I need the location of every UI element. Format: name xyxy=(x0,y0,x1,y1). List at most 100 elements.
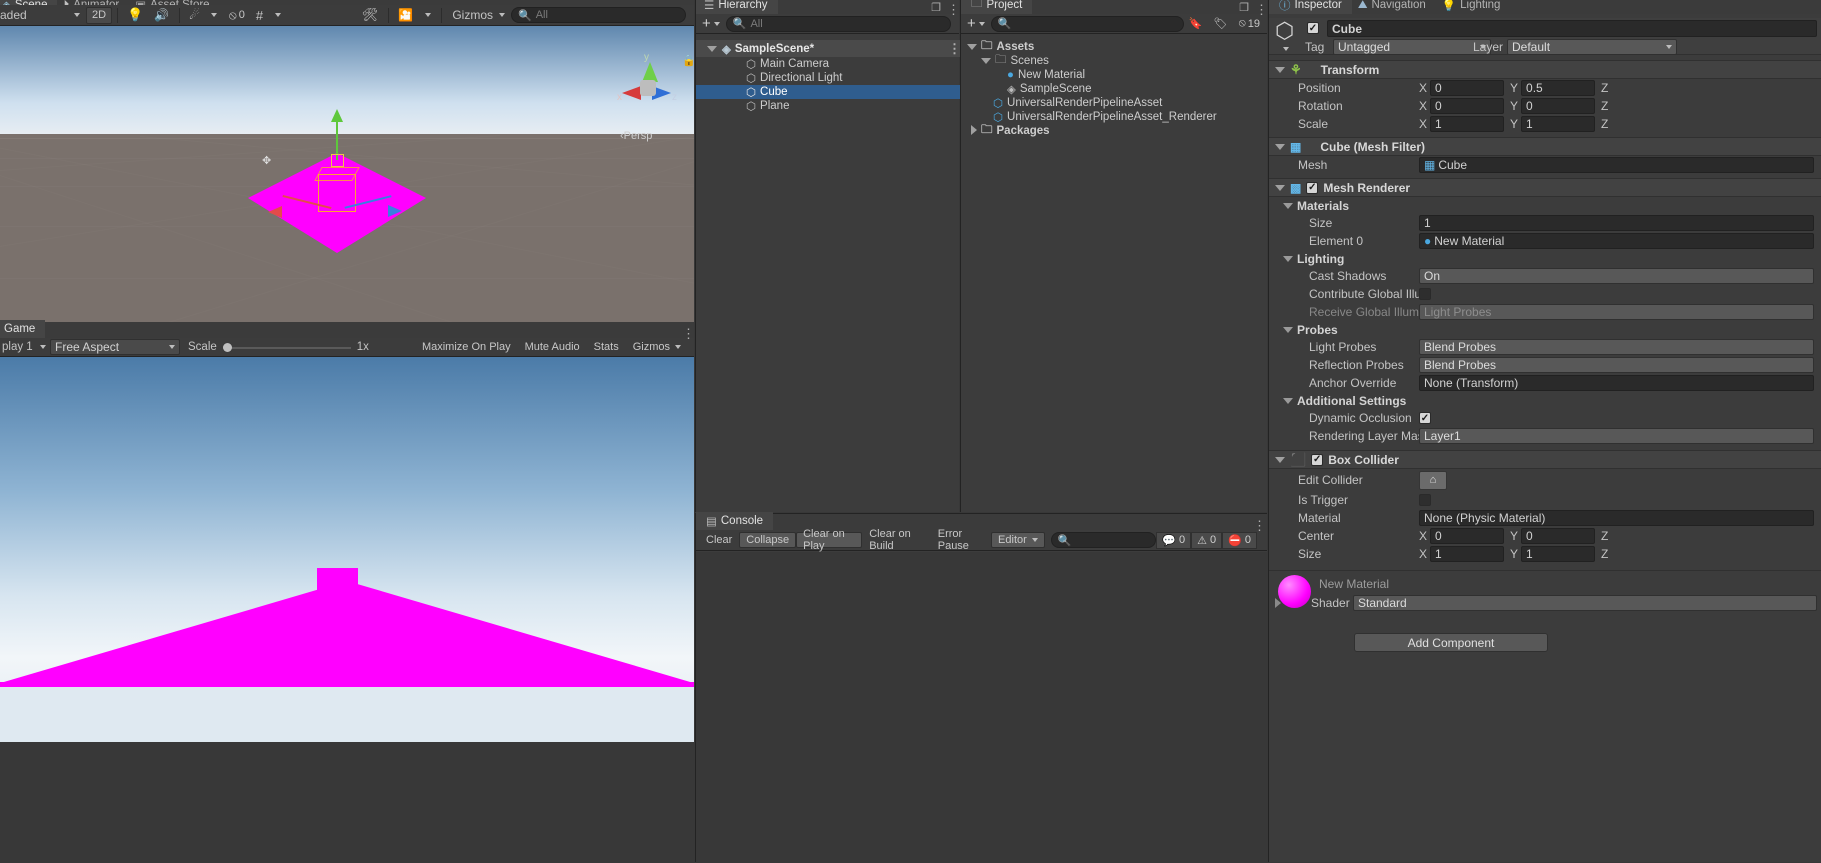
move-gizmo-x-arrow[interactable] xyxy=(268,206,282,218)
collider-center-x-field[interactable]: 0 xyxy=(1430,528,1505,544)
scene-hidden-objects-toggle[interactable]: ⦸ 0 xyxy=(224,7,250,24)
is-trigger-checkbox[interactable] xyxy=(1419,494,1431,506)
maximize-on-play-button[interactable]: Maximize On Play xyxy=(415,339,518,355)
collider-size-x-field[interactable]: 1 xyxy=(1430,546,1505,562)
hierarchy-row-main-camera[interactable]: ⬡ Main Camera xyxy=(696,57,960,71)
box-collider-enabled-checkbox[interactable]: ✓ xyxy=(1311,453,1324,466)
scene-projection-label[interactable]: ‹Persp xyxy=(620,130,652,142)
lighting-section-title[interactable]: Lighting xyxy=(1269,250,1821,267)
project-row-packages[interactable]: 🗀 Packages xyxy=(961,124,1268,138)
mesh-renderer-component-header[interactable]: ▩ ✓ Mesh Renderer xyxy=(1269,178,1821,197)
foldout-icon[interactable] xyxy=(981,58,991,64)
foldout-icon[interactable] xyxy=(1283,255,1293,262)
console-error-count[interactable]: ⛔ 0 xyxy=(1222,531,1257,549)
scene-grid-dropdown[interactable] xyxy=(269,7,286,24)
project-menu-icon[interactable]: ⋮ xyxy=(1255,3,1268,16)
layer-dropdown[interactable]: Default xyxy=(1507,39,1677,55)
aspect-dropdown[interactable]: Free Aspect xyxy=(50,339,180,355)
move-gizmo-center[interactable] xyxy=(331,154,344,167)
additional-settings-section-title[interactable]: Additional Settings xyxy=(1269,392,1821,409)
clear-on-play-button[interactable]: Clear on Play xyxy=(796,528,863,552)
hierarchy-maximize-icon[interactable]: ❐ xyxy=(931,1,941,14)
tab-game[interactable]: Game xyxy=(0,320,46,338)
scene-audio-icon[interactable]: 🔊 xyxy=(149,7,174,24)
add-component-button[interactable]: Add Component xyxy=(1354,633,1548,652)
scene-search-input[interactable]: 🔍 All xyxy=(511,7,686,23)
collider-size-y-field[interactable]: 1 xyxy=(1521,546,1596,562)
mesh-renderer-enabled-checkbox[interactable]: ✓ xyxy=(1306,181,1319,194)
hierarchy-row-cube[interactable]: ⬡ Cube xyxy=(696,85,960,99)
clear-on-build-button[interactable]: Clear on Build xyxy=(862,528,931,552)
hierarchy-menu-icon[interactable]: ⋮ xyxy=(947,3,960,16)
scale-slider-thumb[interactable] xyxy=(222,343,232,352)
gameobject-icon[interactable]: ⬡ xyxy=(1275,20,1294,42)
materials-size-field[interactable]: 1 xyxy=(1419,215,1814,231)
scene-fx-dropdown[interactable] xyxy=(206,7,223,24)
foldout-icon[interactable] xyxy=(1283,202,1293,209)
scene-camera-dropdown[interactable] xyxy=(419,7,436,24)
contribute-gi-checkbox[interactable] xyxy=(1419,288,1431,300)
materials-element0-field[interactable]: ● New Material xyxy=(1419,233,1814,249)
scene-camera-icon[interactable]: 🎦 xyxy=(393,7,418,24)
rotation-y-field[interactable]: 0 xyxy=(1521,98,1596,114)
foldout-icon[interactable] xyxy=(1275,598,1281,608)
project-maximize-icon[interactable]: ❐ xyxy=(1239,1,1249,14)
console-search-input[interactable]: 🔍 xyxy=(1050,532,1157,548)
chevron-down-icon[interactable] xyxy=(1283,47,1289,51)
foldout-icon[interactable] xyxy=(1283,326,1293,333)
editor-dropdown[interactable]: Editor xyxy=(991,532,1045,548)
console-log-count[interactable]: 💬 0 xyxy=(1156,531,1192,549)
project-search-input[interactable]: 🔍 xyxy=(990,15,1184,32)
display-dropdown[interactable]: play 1 xyxy=(0,341,50,353)
tab-navigation[interactable]: ⛰ Navigation xyxy=(1351,0,1436,14)
collapse-button[interactable]: Collapse xyxy=(739,532,797,548)
error-pause-button[interactable]: Error Pause xyxy=(931,528,991,552)
hierarchy-search-input[interactable]: 🔍 All xyxy=(725,15,951,32)
project-label-filter-icon[interactable]: 🏷 xyxy=(1209,15,1233,32)
hierarchy-row-directional-light[interactable]: ⬡ Directional Light xyxy=(696,71,960,85)
mute-audio-button[interactable]: Mute Audio xyxy=(518,339,587,355)
dynamic-occlusion-checkbox[interactable]: ✓ xyxy=(1419,412,1431,424)
tab-project[interactable]: 🗀 Project xyxy=(961,0,1033,14)
anchor-override-field[interactable]: None (Transform) xyxy=(1419,375,1814,391)
shading-mode-dropdown[interactable]: aded xyxy=(0,8,86,22)
probes-section-title[interactable]: Probes xyxy=(1269,321,1821,338)
project-row-samplescene[interactable]: ◈ SampleScene xyxy=(961,82,1268,96)
project-row-urp-renderer[interactable]: ⬡ UniversalRenderPipelineAsset_Renderer xyxy=(961,110,1268,124)
scene-row-menu-icon[interactable]: ⋮ xyxy=(948,42,961,55)
mesh-filter-component-header[interactable]: ▦ Cube (Mesh Filter) xyxy=(1269,137,1821,156)
game-viewport[interactable] xyxy=(0,357,694,742)
scene-tools-icon[interactable]: 🛠 xyxy=(357,7,384,24)
foldout-icon[interactable] xyxy=(971,124,977,135)
scene-axis-gizmo[interactable]: y x z xyxy=(616,52,682,114)
tab-inspector[interactable]: ⓘ Inspector xyxy=(1269,0,1352,14)
gizmos-dropdown[interactable]: Gizmos xyxy=(446,8,511,22)
materials-section-title[interactable]: Materials xyxy=(1269,197,1821,214)
scale-x-field[interactable]: 1 xyxy=(1430,116,1505,132)
move-gizmo-y-arrow[interactable] xyxy=(331,109,343,122)
scene-lighting-icon[interactable]: 💡 xyxy=(122,7,148,24)
tag-dropdown[interactable]: Untagged xyxy=(1333,39,1491,55)
game-view-menu-icon[interactable]: ⋮ xyxy=(682,327,695,340)
material-preview-swatch[interactable] xyxy=(1278,575,1311,608)
edit-collider-button[interactable]: ⌂ xyxy=(1419,470,1447,490)
console-warning-count[interactable]: ⚠ 0 xyxy=(1191,531,1223,549)
scene-viewport[interactable]: y x z 🔒 ‹Persp ✥ xyxy=(0,26,694,322)
hierarchy-add-button[interactable]: + xyxy=(696,15,726,32)
console-log-list[interactable] xyxy=(696,552,1268,863)
move-gizmo-z-arrow[interactable] xyxy=(388,205,402,217)
foldout-icon[interactable] xyxy=(1283,397,1293,404)
foldout-icon[interactable] xyxy=(1275,66,1285,73)
hierarchy-row-scene[interactable]: ◈ SampleScene* ⋮ xyxy=(696,40,961,57)
position-x-field[interactable]: 0 xyxy=(1430,80,1505,96)
toggle-2d-button[interactable]: 2D xyxy=(86,6,112,24)
project-hidden-packages-toggle[interactable]: ⦸ 19 xyxy=(1234,15,1266,32)
tab-console[interactable]: ▤ Console xyxy=(696,512,774,530)
project-save-filter-icon[interactable]: 🔖 xyxy=(1184,15,1208,32)
project-add-button[interactable]: + xyxy=(961,15,991,32)
light-probes-dropdown[interactable]: Blend Probes xyxy=(1419,339,1814,355)
reflection-probes-dropdown[interactable]: Blend Probes xyxy=(1419,357,1814,373)
foldout-icon[interactable] xyxy=(1275,143,1285,150)
console-menu-icon[interactable]: ⋮ xyxy=(1253,519,1266,532)
scale-y-field[interactable]: 1 xyxy=(1521,116,1596,132)
